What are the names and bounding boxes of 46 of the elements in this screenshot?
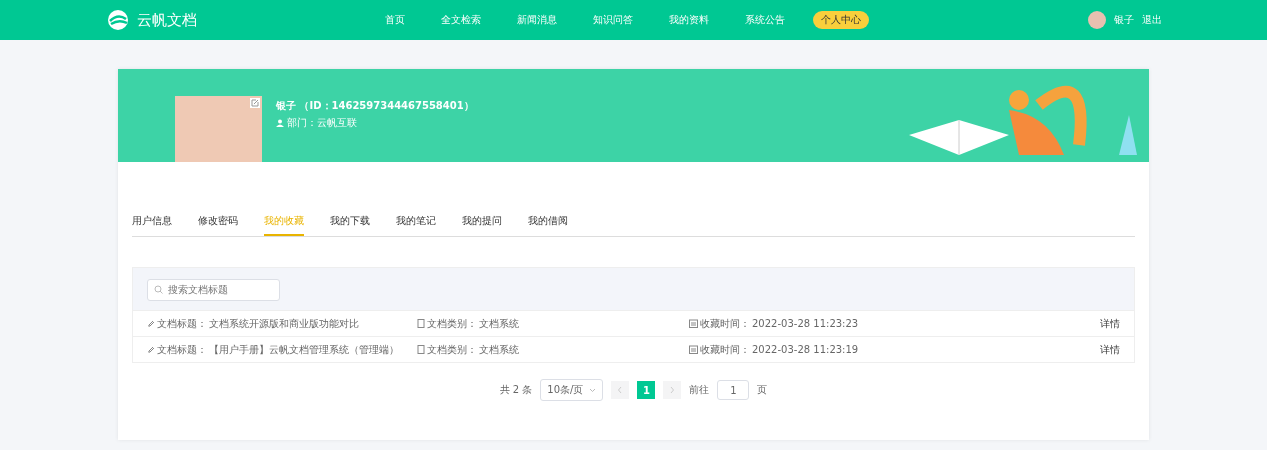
category-value: 文档系统 (479, 316, 519, 331)
link-icon (147, 319, 155, 328)
search-field[interactable]: 搜索文档标题 (147, 278, 280, 301)
chevron-left-icon (617, 386, 624, 394)
department-text: 部门：云帆互联 (287, 116, 357, 130)
page-jump-field[interactable]: 1 (717, 380, 750, 400)
title-label: 文档标题： (157, 316, 207, 331)
next-page-button[interactable] (663, 381, 682, 399)
nav-link[interactable]: 个人中心 (813, 11, 869, 29)
tab[interactable]: 修改密码 (198, 214, 238, 236)
document-title: 文档系统开源版和商业版功能对比 (209, 316, 359, 331)
time-label: 收藏时间： (700, 342, 750, 357)
document-icon (417, 319, 425, 328)
calendar-icon (689, 345, 698, 354)
details-link[interactable]: 详情 (1100, 342, 1120, 357)
goto-label: 前往 (689, 383, 710, 397)
tab[interactable]: 我的借阅 (528, 214, 568, 236)
time-label: 收藏时间： (700, 316, 750, 331)
chevron-right-icon (669, 386, 676, 394)
search-icon (154, 284, 163, 294)
category-label: 文档类别： (427, 316, 477, 331)
edit-icon[interactable] (250, 98, 260, 108)
category-value: 文档系统 (479, 342, 519, 357)
tab[interactable]: 我的笔记 (396, 214, 436, 236)
details-link[interactable]: 详情 (1100, 316, 1120, 331)
category-label: 文档类别： (427, 342, 477, 357)
user-avatar[interactable] (1088, 11, 1106, 29)
logo-icon (105, 9, 131, 31)
person-icon (276, 119, 284, 127)
tab[interactable]: 用户信息 (132, 214, 172, 236)
chevron-down-icon (589, 387, 597, 393)
link-icon (147, 345, 155, 354)
document-icon (417, 345, 425, 354)
favorite-time: 2022-03-28 11:23:19 (752, 344, 859, 355)
tab[interactable]: 我的提问 (462, 214, 502, 236)
title-label: 文档标题： (157, 342, 207, 357)
logo-text: 云帆文档 (137, 10, 197, 30)
page-suffix: 页 (757, 383, 768, 397)
calendar-icon (689, 319, 698, 328)
user-name-id: 银子 （ID：1462597344467558401） (276, 99, 474, 113)
page-size-select[interactable]: 10条/页 (540, 379, 604, 401)
previous-page-button[interactable] (611, 381, 630, 399)
document-title: 【用户手册】云帆文档管理系统（管理端） (209, 342, 399, 357)
total-count: 共 2 条 (499, 383, 533, 397)
favorite-time: 2022-03-28 11:23:23 (752, 318, 859, 329)
tab[interactable]: 我的下载 (330, 214, 370, 236)
